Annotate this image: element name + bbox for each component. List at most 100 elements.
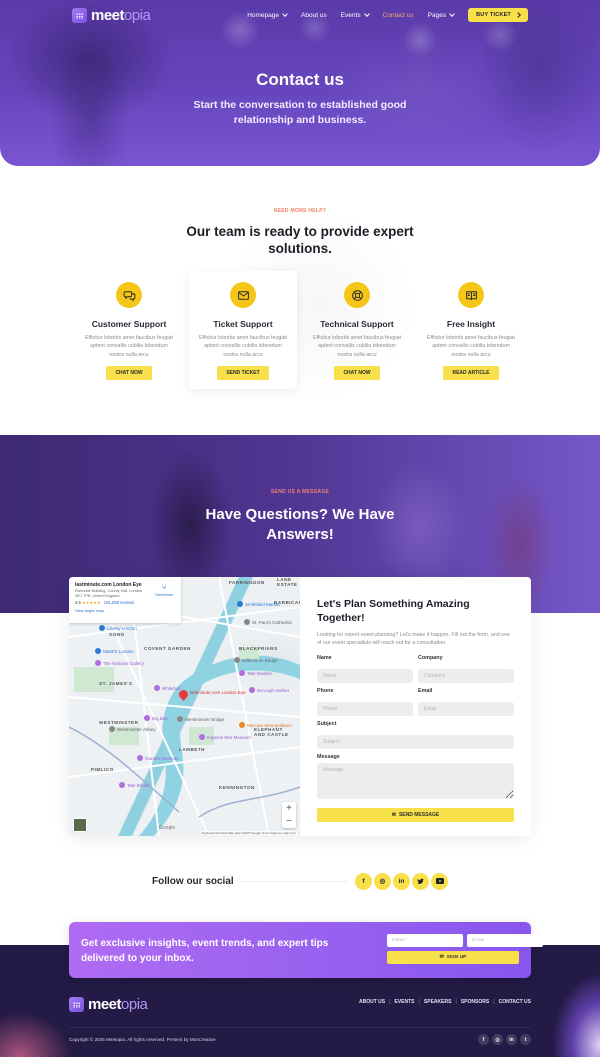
chat-now-button[interactable]: CHAT NOW [334,365,380,380]
map-poi[interactable]: Whitehall [154,685,181,691]
map-pin-label: lastminute.com London Eye [190,690,246,695]
map-poi[interactable]: Big Ben [144,715,168,721]
phone-input[interactable] [317,702,413,716]
logo[interactable]: meetopia [72,7,151,24]
subject-field-group: Subject [317,721,514,749]
twitter-icon[interactable] [412,872,429,890]
map-poi[interactable]: Borough Market [249,687,289,693]
company-label: Company [418,655,443,661]
message-textarea[interactable] [317,763,514,799]
send-ticket-button[interactable]: SEND TICKET [217,365,269,380]
map-label: KENNINGTON [219,785,255,790]
copyright-text: Copyright © 2025 Meetopia, All rights re… [69,1037,216,1042]
footer-links: ABOUT US | EVENTS | SPEAKERS | SPONSORS … [359,999,531,1005]
newsletter-text: Get exclusive insights, event trends, an… [81,938,329,964]
map-label: PIMLICO [91,767,114,772]
chat-now-button[interactable]: CHAT NOW [106,365,152,380]
nav-pages[interactable]: Pages [428,11,455,19]
contact-card: FARRINGDON LANE ESTATE SOHO COVENT GARDE… [69,577,531,836]
view-larger-map-link[interactable]: View larger map [75,608,175,613]
map-label: FARRINGDON [229,580,265,585]
hero-subtitle: Start the conversation to established go… [193,99,407,126]
nav-about-us[interactable]: About us [301,12,327,19]
map-poi[interactable]: Tate Britain [119,782,150,788]
support-card-technical: Technical Support Efficitur lobortis ame… [300,271,414,389]
map-poi[interactable]: Tate Modern [239,670,272,676]
map-poi[interactable]: Imperial War Museum [199,734,251,740]
chevron-down-icon [282,11,288,17]
instagram-icon[interactable]: ◎ [374,872,391,890]
newsletter-email-input[interactable] [467,934,543,947]
subject-input[interactable] [317,735,514,749]
help-section: NEED MORE HELP? Our team is ready to pro… [0,195,600,425]
chevron-right-icon [515,12,521,18]
lifebuoy-icon [344,282,370,308]
youtube-icon[interactable] [431,872,448,890]
read-article-button[interactable]: READ ARTICLE [443,365,499,380]
card-title: Ticket Support [213,319,273,329]
card-title: Customer Support [91,319,167,329]
footer-link-contact[interactable]: CONTACT US [499,999,531,1005]
map-poi[interactable]: M&M'S London [95,648,134,654]
separator: | [389,999,391,1005]
map-poi[interactable]: Mercato Metropolitano [239,722,292,728]
sign-up-button[interactable]: ✉ SIGN UP [387,951,519,964]
map-poi[interactable]: Liberty London [99,625,137,631]
facebook-icon[interactable]: f [355,872,372,890]
newsletter-name-input[interactable] [387,934,463,947]
map-poi[interactable]: Westminster Bridge [177,716,224,722]
envelope-icon: ✉ [439,955,444,960]
send-message-button[interactable]: ✉ SEND MESSAGE [317,808,514,822]
zoom-in-button[interactable]: + [282,802,296,815]
chat-bubbles-icon [116,282,142,308]
questions-title: Have Questions? We Have Answers! [205,506,395,543]
nav-contact-us[interactable]: Contact us [383,12,414,19]
map-label: WESTMINSTER [99,720,139,725]
support-card-customer: Customer Support Efficitur lobortis amet… [72,271,186,389]
help-eyebrow: NEED MORE HELP? [273,208,327,214]
email-input[interactable] [418,702,514,716]
footer-link-speakers[interactable]: SPEAKERS [424,999,452,1005]
map-poi[interactable]: Millennium Bridge [234,657,278,663]
envelope-icon [230,282,256,308]
map-poi[interactable]: The National Gallery [95,660,144,666]
linkedin-icon[interactable]: in [393,872,410,890]
directions-button[interactable]: ⑂ Directions [155,583,173,597]
footer-link-sponsors[interactable]: SPONSORS [461,999,489,1005]
map-poi[interactable]: Garden Museum [137,755,179,761]
follow-social-label: Follow our social [152,875,234,887]
facebook-icon[interactable]: f [478,1034,489,1045]
footer-divider [69,1027,531,1028]
footer-link-events[interactable]: EVENTS [395,999,415,1005]
nav-events[interactable]: Events [341,11,370,19]
map-attribution[interactable]: Keyboard shortcuts Map data ©2025 Google… [199,831,298,835]
twitter-icon[interactable]: t [520,1034,531,1045]
name-label: Name [317,655,332,661]
map-poi[interactable]: St. Paul's Cathedral [244,619,292,625]
map-label: ST. JAMES'S [99,681,133,686]
footer-logo[interactable]: meetopia [69,996,148,1013]
newsletter-form: ✉SIGN UP [387,934,543,964]
linkedin-icon[interactable]: in [506,1034,517,1045]
map-poi[interactable]: Westminster Abbey [109,726,156,732]
card-text: Efficitur lobortis amet faucibus feugiat… [199,335,287,358]
map-label: ELEPHANT AND CASTLE [254,727,289,737]
map-poi[interactable]: Smithfield Market [237,601,280,607]
subject-label: Subject [317,721,337,727]
directions-icon: ⑂ [161,583,167,592]
message-label: Message [317,754,340,760]
buy-ticket-button[interactable]: BUY TICKET [468,8,528,22]
embedded-map[interactable]: FARRINGDON LANE ESTATE SOHO COVENT GARDE… [69,577,300,836]
page-title: Contact us [256,70,344,89]
name-input[interactable] [317,669,413,683]
card-text: Efficitur lobortis amet faucibus feugiat… [427,335,515,358]
footer-link-about[interactable]: ABOUT US [359,999,385,1005]
company-input[interactable] [418,669,514,683]
google-logo: Google [159,825,176,831]
reviews-link[interactable]: 181,058 reviews [104,600,135,605]
zoom-out-button[interactable]: − [282,815,296,828]
follow-social-section: Follow our social f ◎ in [152,871,448,891]
instagram-icon[interactable]: ◎ [492,1034,503,1045]
nav-homepage[interactable]: Homepage [247,11,288,19]
satellite-toggle[interactable] [73,818,87,832]
